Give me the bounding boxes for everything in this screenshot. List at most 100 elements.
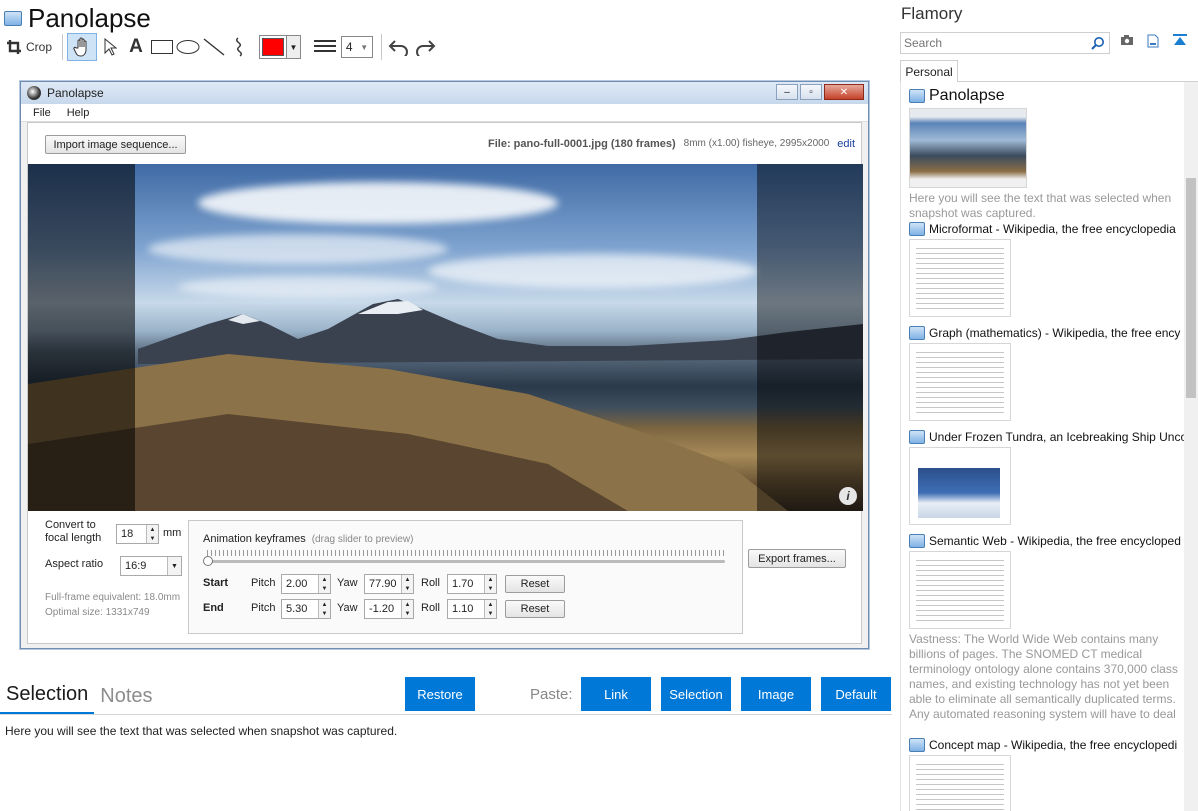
- color-picker[interactable]: ▼: [259, 35, 302, 59]
- chevron-down-icon: ▼: [167, 557, 181, 575]
- list-item[interactable]: Concept map - Wikipedia, the free encycl…: [909, 738, 1185, 811]
- ellipse-icon: [176, 40, 200, 54]
- focal-unit: mm: [163, 527, 182, 539]
- paste-default-button[interactable]: Default: [821, 677, 891, 711]
- crop-button[interactable]: Crop: [4, 33, 58, 61]
- spinner-arrows-icon: ▲ ▼: [484, 600, 496, 618]
- sidebar-tools: [1120, 34, 1188, 48]
- freehand-tool-button[interactable]: [227, 33, 253, 61]
- new-page-icon[interactable]: [1147, 34, 1159, 48]
- spinner-arrows-icon: ▲ ▼: [318, 600, 330, 618]
- sidebar-title: Flamory: [901, 4, 963, 23]
- spinner-arrows-icon: ▲ ▼: [146, 525, 158, 543]
- start-roll-value: 1.70: [452, 578, 474, 590]
- sidebar-scrollbar[interactable]: [1184, 82, 1198, 811]
- chevron-down-icon: ▼: [360, 42, 369, 52]
- tab-selection[interactable]: Selection: [0, 683, 95, 714]
- line-width-value: 4: [345, 40, 353, 54]
- list-item[interactable]: Graph (mathematics) - Wikipedia, the fre…: [909, 326, 1185, 421]
- paste-label: Paste:: [530, 686, 573, 703]
- panolapse-content: Import image sequence... File: pano-full…: [27, 122, 863, 644]
- paste-link-button[interactable]: Link: [581, 677, 651, 711]
- toolbar-divider: [62, 34, 64, 60]
- paste-selection-button[interactable]: Selection: [661, 677, 731, 711]
- export-frames-button: Export frames...: [748, 549, 846, 568]
- aspect-label: Aspect ratio: [45, 558, 104, 570]
- menu-file: File: [33, 106, 51, 119]
- list-item-title: Microformat - Wikipedia, the free encycl…: [929, 222, 1176, 236]
- end-roll-input: 1.10 ▲ ▼: [447, 599, 497, 619]
- start-yaw-value: 77.90: [369, 578, 397, 590]
- preview-slider-thumb: [203, 556, 213, 566]
- start-yaw-input: 77.90 ▲ ▼: [364, 574, 414, 594]
- hand-tool-button[interactable]: [67, 33, 98, 61]
- line-width-select[interactable]: 4 ▼: [341, 36, 374, 58]
- search-box[interactable]: [900, 32, 1110, 54]
- undo-button[interactable]: [386, 33, 412, 61]
- arrow-pointer-icon: [104, 38, 118, 56]
- focal-label-1: Convert to: [45, 519, 96, 531]
- list-item[interactable]: Semantic Web - Wikipedia, the free encyc…: [909, 534, 1185, 724]
- file-meta: 8mm (x1.00) fisheye, 2995x2000: [683, 138, 830, 149]
- snapshot-title-text: Panolapse: [28, 2, 151, 33]
- aspect-ratio-value: 16:9: [125, 560, 147, 572]
- spinner-arrows-icon: ▲ ▼: [401, 575, 413, 593]
- focal-length-input: 18 ▲ ▼: [116, 524, 159, 544]
- line-icon: [203, 38, 225, 56]
- snapshot-image[interactable]: Panolapse – ▫ ✕ File Help Import image s…: [20, 81, 869, 649]
- search-icon[interactable]: [1091, 36, 1105, 50]
- camera-icon[interactable]: [1120, 34, 1134, 46]
- select-tool-button[interactable]: [97, 33, 123, 61]
- list-item-thumbnail: [909, 447, 1011, 525]
- page-favicon-icon: [909, 430, 925, 444]
- list-item-header: Under Frozen Tundra, an Icebreaking Ship…: [909, 430, 1185, 444]
- tab-personal[interactable]: Personal: [900, 60, 958, 82]
- end-roll-value: 1.10: [452, 603, 474, 615]
- text-tool-button[interactable]: A: [123, 33, 149, 61]
- yaw-label: Yaw: [337, 577, 358, 589]
- list-item[interactable]: Under Frozen Tundra, an Icebreaking Ship…: [909, 430, 1185, 525]
- scrollbar-thumb[interactable]: [1186, 178, 1196, 398]
- spinner-arrows-icon: ▲ ▼: [484, 575, 496, 593]
- color-swatch: [262, 38, 285, 56]
- snapshot-list: Panolapse Here you will see the text tha…: [900, 82, 1198, 811]
- list-item[interactable]: Microformat - Wikipedia, the free encycl…: [909, 222, 1185, 317]
- slider-ticks: [207, 550, 725, 556]
- chevron-down-icon: ▼: [286, 36, 301, 58]
- crop-shade-right: [757, 164, 863, 511]
- collapse-panel-icon[interactable]: [1172, 34, 1188, 48]
- spinner-arrows-icon: ▲ ▼: [318, 575, 330, 593]
- panolapse-titlebar: Panolapse – ▫ ✕: [21, 82, 868, 104]
- info-icon: i: [839, 487, 857, 505]
- list-item-header: Concept map - Wikipedia, the free encycl…: [909, 738, 1185, 752]
- aspect-ratio-select: 16:9 ▼: [120, 556, 182, 576]
- list-item-header: Microformat - Wikipedia, the free encycl…: [909, 222, 1185, 236]
- keyframes-title-text: Animation keyframes: [203, 533, 306, 545]
- roll-label: Roll: [421, 602, 440, 614]
- window-controls: – ▫ ✕: [776, 84, 864, 100]
- selection-text-area[interactable]: Here you will see the text that was sele…: [5, 724, 397, 738]
- notes-tabs: Selection Notes: [0, 678, 159, 714]
- redo-button[interactable]: [412, 33, 438, 61]
- paste-image-button[interactable]: Image: [741, 677, 811, 711]
- start-roll-input: 1.70 ▲ ▼: [447, 574, 497, 594]
- hand-icon: [73, 37, 87, 57]
- text-tool-icon: A: [129, 36, 143, 57]
- page-favicon-icon: [909, 89, 925, 103]
- rectangle-tool-button[interactable]: [149, 33, 175, 61]
- line-width-picker[interactable]: 4 ▼: [313, 36, 374, 58]
- line-tool-button[interactable]: [201, 33, 227, 61]
- search-input[interactable]: [904, 36, 1084, 50]
- list-item[interactable]: Panolapse Here you will see the text tha…: [909, 87, 1185, 221]
- list-item-title: Concept map - Wikipedia, the free encycl…: [929, 738, 1178, 752]
- import-sequence-button: Import image sequence...: [45, 135, 186, 154]
- ellipse-tool-button[interactable]: [175, 33, 201, 61]
- panorama-preview: i: [28, 164, 863, 511]
- page-favicon-icon: [909, 534, 925, 548]
- crop-label: Crop: [26, 40, 53, 54]
- page-text-lines: [916, 248, 1004, 310]
- start-pitch-input: 2.00 ▲ ▼: [281, 574, 331, 594]
- edit-link: edit: [837, 138, 856, 150]
- restore-button[interactable]: Restore: [405, 677, 475, 711]
- tab-notes[interactable]: Notes: [94, 685, 158, 714]
